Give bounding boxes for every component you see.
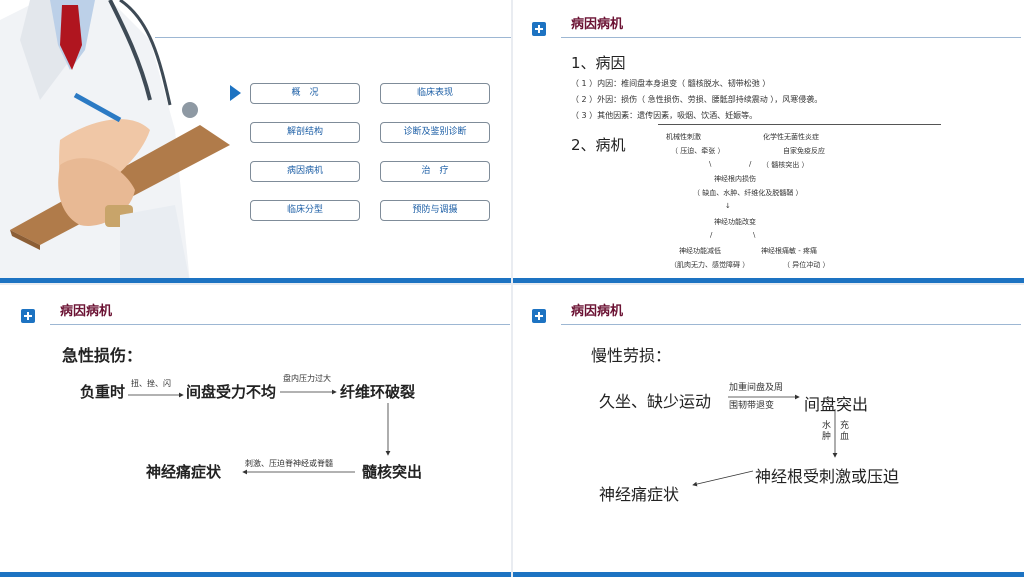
heading-mechanism: 2、病机: [571, 136, 626, 154]
slide-chronic-strain: 病因病机 慢性劳损： 久坐、缺少运动 加重间盘及周 围韧带退变 间盘突出 水 肿…: [513, 285, 1024, 577]
cause-internal: （ 1 ）内因：椎间盘本身退变（ 髓核脱水、韧带松弛 ）: [571, 79, 771, 88]
cause-external: （ 2 ）外因：损伤（ 急性损伤、劳损、腰骶部持续震动 ），风寒侵袭。: [571, 95, 823, 104]
mech-function-change: 神经功能改变: [714, 218, 756, 226]
menu-prevention-button[interactable]: 预防与调摄: [380, 200, 490, 221]
slash-4: \: [753, 231, 756, 239]
arrow-down: ↓: [725, 202, 731, 210]
mech-mechanical: 机械性刺激: [666, 133, 701, 141]
play-arrow-icon: [230, 85, 241, 101]
slide-etiology-detail: 病因病机 1、病因 （ 1 ）内因：椎间盘本身退变（ 髓核脱水、韧带松弛 ） （…: [513, 0, 1024, 283]
mech-pain-sensitization: 神经根痛敏 - 疼痛: [761, 247, 817, 255]
node-sedentary: 久坐、缺少运动: [599, 392, 712, 411]
chronic-flow-arrows: [692, 394, 838, 487]
edge-degeneration-2: 围韧带退变: [729, 401, 775, 411]
mech-ectopic: （ 异位冲动 ）: [783, 261, 830, 269]
menu-clinical-button[interactable]: 临床表现: [380, 83, 490, 104]
menu-treatment-button[interactable]: 治 疗: [380, 161, 490, 182]
node-weight-bearing: 负重时: [80, 383, 126, 401]
node-annulus-rupture: 纤维环破裂: [340, 383, 416, 401]
mech-herniation: （ 髓核突出 ）: [762, 161, 809, 169]
mech-function-decrease: 神经功能减低: [679, 247, 721, 255]
menu-diagnosis-button[interactable]: 诊断及鉴别诊断: [380, 122, 490, 143]
node-nerve-pain: 神经痛症状: [599, 485, 680, 504]
label-congestion-2: 血: [840, 432, 850, 442]
heading-cause: 1、病因: [571, 54, 626, 72]
mech-ischemia: （ 缺血、水肿、纤维化及脱髓鞘 ）: [693, 189, 803, 197]
doctor-illustration: [0, 0, 240, 283]
node-disc-herniation: 间盘突出: [804, 395, 869, 414]
mech-root-injury: 神经根内损伤: [714, 175, 756, 183]
mech-compression: （ 压迫、牵张 ）: [671, 147, 725, 155]
menu-anatomy-button[interactable]: 解剖结构: [250, 122, 360, 143]
cause-other: （ 3 ）其他因素：遗传因素，吸烟、饮酒、妊娠等。: [571, 111, 758, 120]
bottom-bar: [0, 278, 511, 283]
slide-toc: 概 况 临床表现 解剖结构 诊断及鉴别诊断 病因病机 治 疗 临床分型 预防与调…: [0, 0, 511, 283]
slash-2: /: [749, 160, 752, 168]
menu-overview-button[interactable]: 概 况: [250, 83, 360, 104]
edge-stimulation: 刺激、压迫脊神经或脊髓: [245, 459, 333, 468]
mech-chemical: 化学性无菌性炎症: [763, 133, 819, 141]
mech-weakness: （肌肉无力、感觉障碍 ）: [670, 261, 750, 269]
node-uneven-force: 间盘受力不均: [186, 383, 277, 401]
slash-3: /: [710, 231, 713, 239]
slide-title: 病因病机: [571, 17, 624, 32]
node-nerve-pain: 神经痛症状: [146, 463, 222, 481]
menu-etiology-button[interactable]: 病因病机: [250, 161, 360, 182]
slash-1: \: [709, 160, 712, 168]
node-root-irritation: 神经根受刺激或压迫: [755, 467, 900, 486]
edge-twist: 扭、挫、闪: [131, 379, 171, 388]
plus-icon: [532, 22, 546, 36]
bottom-bar: [513, 278, 1024, 283]
edge-degeneration-1: 加重间盘及周: [729, 383, 784, 393]
bottom-bar: [0, 572, 511, 577]
node-nucleus-herniation: 髓核突出: [362, 463, 423, 481]
slide-acute-injury: 病因病机 急性损伤： 负重时 扭、挫、闪 间盘受力不均 盘内压力过大 纤维环破裂…: [0, 285, 511, 577]
bottom-bar: [513, 572, 1024, 577]
mech-autoimmune: 自家免疫反应: [783, 147, 825, 155]
acute-flow-arrows: [128, 389, 391, 475]
label-edema-2: 肿: [822, 432, 832, 442]
menu-classification-button[interactable]: 临床分型: [250, 200, 360, 221]
edge-pressure: 盘内压力过大: [283, 374, 331, 383]
